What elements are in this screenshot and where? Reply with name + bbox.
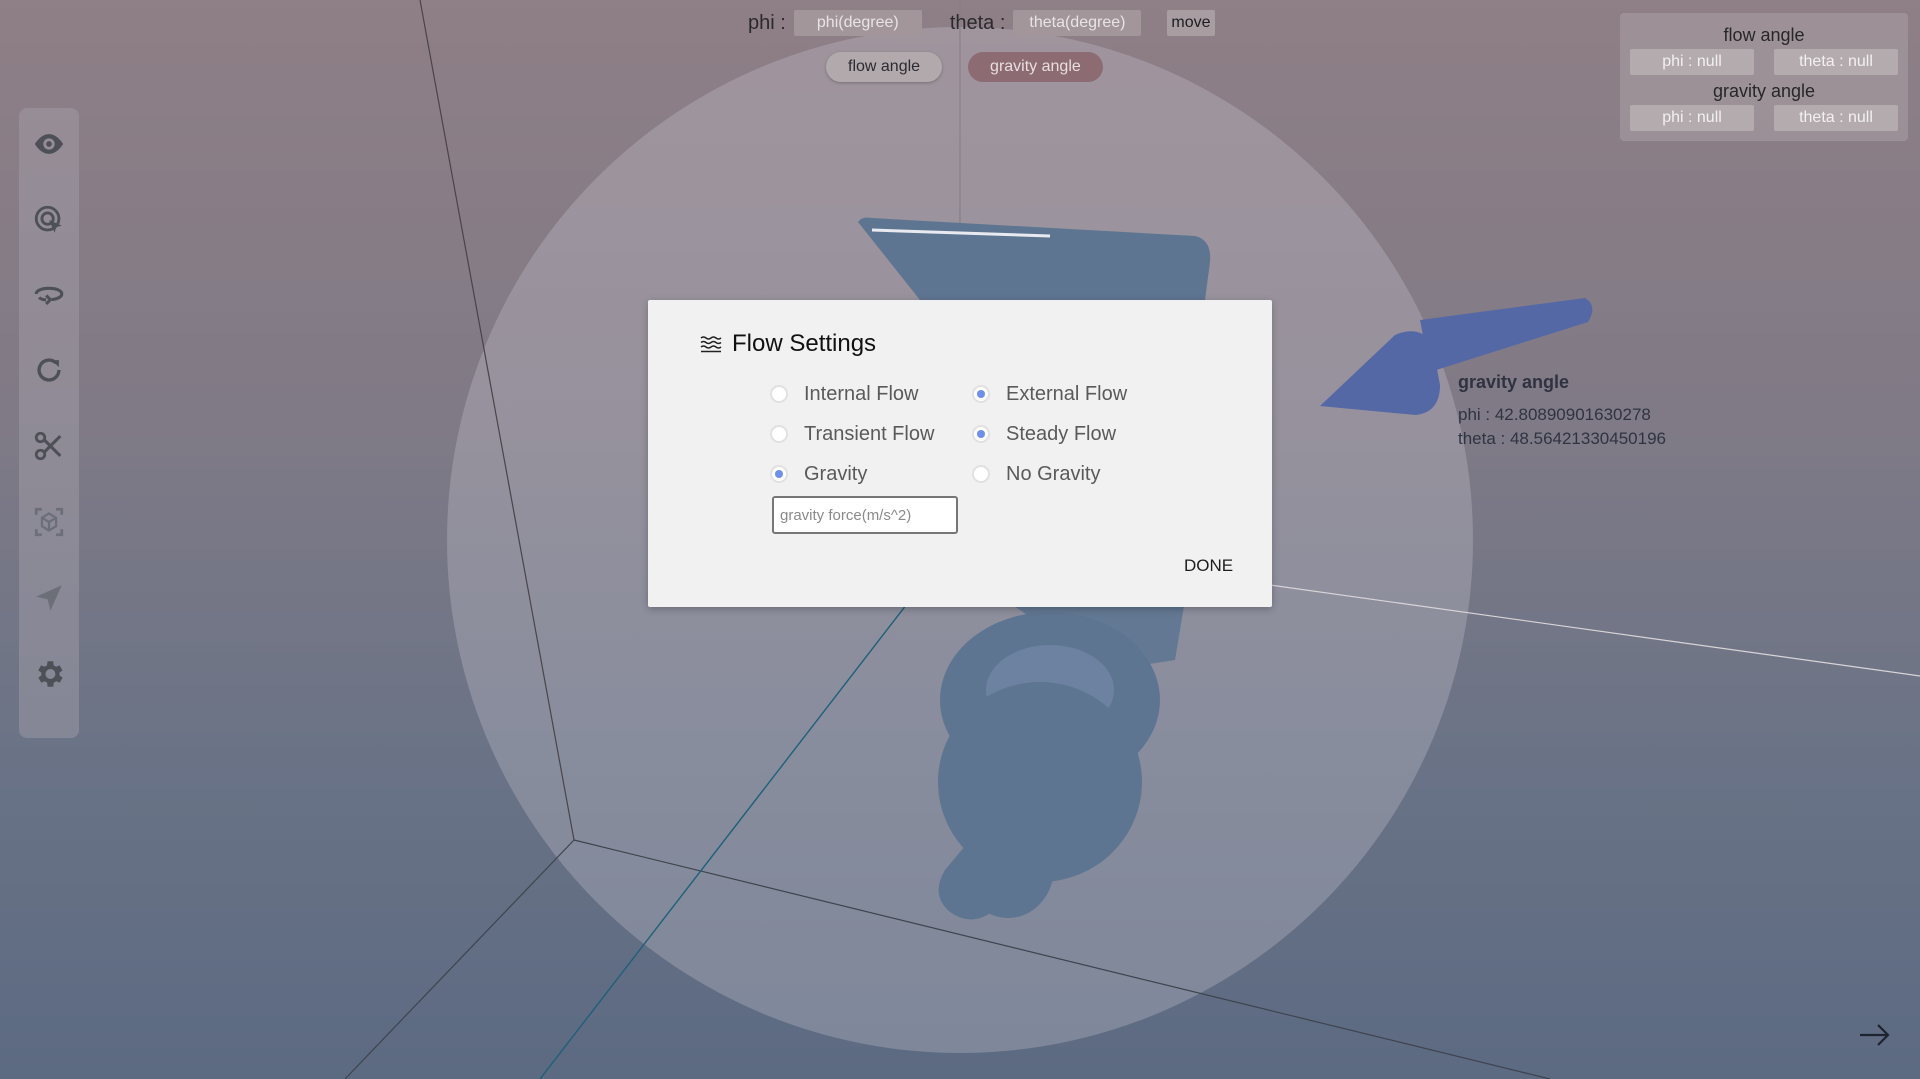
external-flow-radio[interactable] [972, 385, 990, 403]
gravity-label: Gravity [804, 462, 868, 485]
transient-flow-option[interactable]: Transient Flow [770, 423, 972, 446]
gravity-force-input[interactable] [772, 496, 958, 534]
gravity-radio[interactable] [770, 465, 788, 483]
flow-phi-value: phi : null [1630, 49, 1754, 75]
no-gravity-radio[interactable] [972, 465, 990, 483]
view-tool[interactable] [27, 122, 71, 166]
phi-input[interactable] [793, 10, 922, 36]
send-tool[interactable] [27, 576, 71, 620]
internal-flow-label: Internal Flow [804, 382, 919, 405]
cut-tool[interactable] [27, 424, 71, 468]
cursor-select-icon [34, 205, 62, 233]
dialog-title: Flow Settings [732, 330, 877, 357]
gravity-option[interactable]: Gravity [770, 463, 972, 486]
flow-angle-title: flow angle [1723, 25, 1805, 45]
refresh-icon [37, 358, 61, 382]
angle-mode-buttons: flow angle gravity angle [826, 52, 1103, 82]
gravity-theta-value: theta : null [1774, 105, 1898, 131]
left-toolbar [19, 108, 79, 738]
flow-options: Internal Flow External Flow Transient Fl… [770, 374, 1174, 494]
move-button[interactable]: move [1167, 10, 1215, 36]
internal-flow-radio[interactable] [770, 385, 788, 403]
flow-settings-dialog: Flow Settings Internal Flow External Flo… [648, 300, 1272, 607]
gravity-readout-title: gravity angle [1458, 372, 1570, 392]
phi-label: phi : [748, 11, 786, 34]
gravity-angle-button[interactable]: gravity angle [968, 52, 1103, 82]
internal-flow-option[interactable]: Internal Flow [770, 383, 972, 406]
waves-icon [700, 336, 722, 353]
gravity-angle-readout: gravity angle phi : 42.80890901630278 th… [1458, 372, 1668, 451]
no-gravity-option[interactable]: No Gravity [972, 463, 1174, 486]
angle-info-panel: flow angle phi : null theta : null gravi… [1620, 13, 1908, 141]
select-tool[interactable] [27, 198, 71, 242]
scissors-icon [34, 431, 62, 461]
steady-flow-label: Steady Flow [1006, 422, 1117, 445]
transient-flow-label: Transient Flow [804, 422, 935, 445]
gravity-phi-value: phi : null [1630, 105, 1754, 131]
eye-icon [34, 134, 64, 154]
axis-line [344, 839, 575, 1079]
external-flow-option[interactable]: External Flow [972, 383, 1174, 406]
rotate-view-icon [34, 286, 64, 306]
external-flow-label: External Flow [1006, 382, 1128, 405]
flow-theta-value: theta : null [1774, 49, 1898, 75]
theta-input[interactable] [1013, 10, 1142, 36]
theta-label: theta : [949, 11, 1006, 34]
settings-tool[interactable] [27, 652, 71, 696]
gravity-angle-title: gravity angle [1712, 81, 1816, 101]
cube-focus-icon [34, 507, 64, 537]
send-icon [36, 585, 62, 611]
angle-input-bar: phi : theta : move [748, 10, 1215, 36]
gear-icon [38, 661, 63, 687]
gravity-readout-theta: theta : 48.56421330450196 [1458, 429, 1666, 448]
done-button[interactable]: DONE [1178, 555, 1239, 577]
reset-tool[interactable] [27, 348, 71, 392]
focus-tool[interactable] [27, 500, 71, 544]
orbit-tool[interactable] [27, 272, 71, 316]
transient-flow-radio[interactable] [770, 425, 788, 443]
flow-angle-button[interactable]: flow angle [826, 52, 943, 82]
dialog-header: Flow Settings [700, 330, 876, 358]
no-gravity-label: No Gravity [1006, 462, 1101, 485]
arrow-right-icon[interactable] [1858, 1020, 1892, 1050]
steady-flow-option[interactable]: Steady Flow [972, 423, 1174, 446]
steady-flow-radio[interactable] [972, 425, 990, 443]
gravity-readout-phi: phi : 42.80890901630278 [1458, 405, 1651, 424]
